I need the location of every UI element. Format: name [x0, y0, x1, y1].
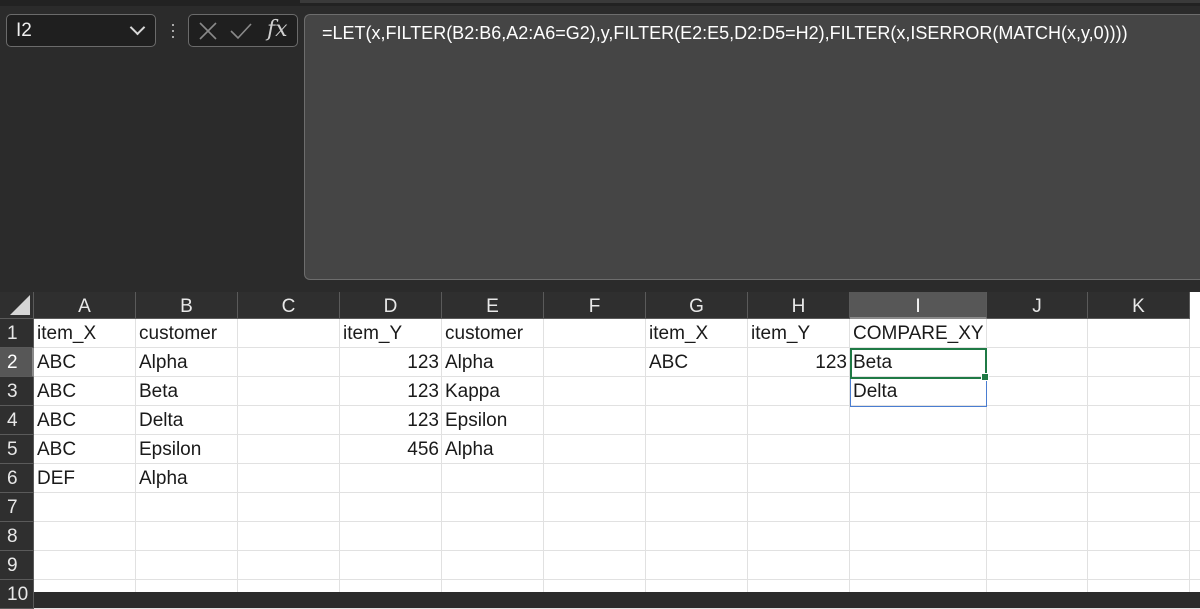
row-header-4[interactable]: 4 — [0, 406, 34, 435]
column-header-j[interactable]: J — [987, 292, 1088, 319]
ribbon-edge — [0, 0, 1200, 6]
cell-h1[interactable]: item_Y — [748, 319, 850, 348]
formula-buttons: fx — [188, 14, 298, 47]
spreadsheet-grid[interactable]: A B C D E F G H I J K 1 2 3 4 5 6 7 8 9 10 item_X customer item… — [0, 292, 1200, 609]
column-header-a[interactable]: A — [34, 292, 136, 319]
cell-b6[interactable]: Alpha — [136, 464, 238, 493]
cell-a3[interactable]: ABC — [34, 377, 136, 406]
cell-b5[interactable]: Epsilon — [136, 435, 238, 464]
formula-text: =LET(x,FILTER(B2:B6,A2:A6=G2),y,FILTER(E… — [322, 23, 1128, 43]
row-header-8[interactable]: 8 — [0, 522, 34, 551]
cell-e4[interactable]: Epsilon — [442, 406, 544, 435]
column-header-d[interactable]: D — [340, 292, 442, 319]
formula-input[interactable]: =LET(x,FILTER(B2:B6,A2:A6=G2),y,FILTER(E… — [304, 14, 1200, 280]
cell-i3[interactable]: Delta — [850, 377, 987, 406]
column-header-e[interactable]: E — [442, 292, 544, 319]
cell-h2[interactable]: 123 — [748, 348, 850, 377]
column-header-h[interactable]: H — [748, 292, 850, 319]
insert-function-icon[interactable]: fx — [267, 17, 288, 42]
more-options-icon[interactable]: · · · — [170, 15, 176, 45]
gridline-horizontal — [34, 550, 1200, 551]
cell-a6[interactable]: DEF — [34, 464, 136, 493]
row-header-5[interactable]: 5 — [0, 435, 34, 464]
name-box[interactable]: I2 — [6, 14, 156, 47]
name-box-value: I2 — [16, 19, 32, 41]
formula-toolbar: I2 · · · fx =LET(x,FILTER(B2:B6,A2:A6=G2),… — [0, 0, 1200, 292]
chevron-down-icon[interactable] — [129, 19, 146, 36]
column-header-g[interactable]: G — [646, 292, 748, 319]
cell-d2[interactable]: 123 — [340, 348, 442, 377]
cell-d3[interactable]: 123 — [340, 377, 442, 406]
select-all-button[interactable] — [0, 292, 34, 319]
row-header-9[interactable]: 9 — [0, 551, 34, 580]
select-all-triangle-icon — [10, 295, 30, 315]
column-header-i[interactable]: I — [850, 292, 987, 319]
gridline-vertical — [1087, 319, 1088, 592]
cell-g1[interactable]: item_X — [646, 319, 748, 348]
row-header-10[interactable]: 10 — [0, 580, 34, 609]
ribbon-scroll — [300, 0, 1200, 3]
row-header-2[interactable]: 2 — [0, 348, 34, 377]
gridline-horizontal — [34, 521, 1200, 522]
gridline-horizontal — [34, 579, 1200, 580]
row-header-1[interactable]: 1 — [0, 319, 34, 348]
cell-e3[interactable]: Kappa — [442, 377, 544, 406]
column-header-c[interactable]: C — [238, 292, 340, 319]
cell-a5[interactable]: ABC — [34, 435, 136, 464]
cell-e1[interactable]: customer — [442, 319, 544, 348]
confirm-icon[interactable] — [229, 21, 253, 41]
cancel-icon[interactable] — [197, 21, 219, 41]
cell-i1[interactable]: COMPARE_XY — [850, 319, 987, 348]
cell-g2[interactable]: ABC — [646, 348, 748, 377]
cell-a1[interactable]: item_X — [34, 319, 136, 348]
column-header-k[interactable]: K — [1088, 292, 1190, 319]
cell-e5[interactable]: Alpha — [442, 435, 544, 464]
column-header-b[interactable]: B — [136, 292, 238, 319]
gridline-vertical — [1189, 319, 1190, 592]
cell-d4[interactable]: 123 — [340, 406, 442, 435]
cell-a4[interactable]: ABC — [34, 406, 136, 435]
cell-a2[interactable]: ABC — [34, 348, 136, 377]
cell-d5[interactable]: 456 — [340, 435, 442, 464]
cell-b4[interactable]: Delta — [136, 406, 238, 435]
cell-b3[interactable]: Beta — [136, 377, 238, 406]
cell-b2[interactable]: Alpha — [136, 348, 238, 377]
row-header-7[interactable]: 7 — [0, 493, 34, 522]
row-header-3[interactable]: 3 — [0, 377, 34, 406]
cell-e2[interactable]: Alpha — [442, 348, 544, 377]
cell-i2[interactable]: Beta — [850, 348, 987, 377]
row-header-6[interactable]: 6 — [0, 464, 34, 493]
column-header-f[interactable]: F — [544, 292, 646, 319]
cell-d1[interactable]: item_Y — [340, 319, 442, 348]
cell-b1[interactable]: customer — [136, 319, 238, 348]
